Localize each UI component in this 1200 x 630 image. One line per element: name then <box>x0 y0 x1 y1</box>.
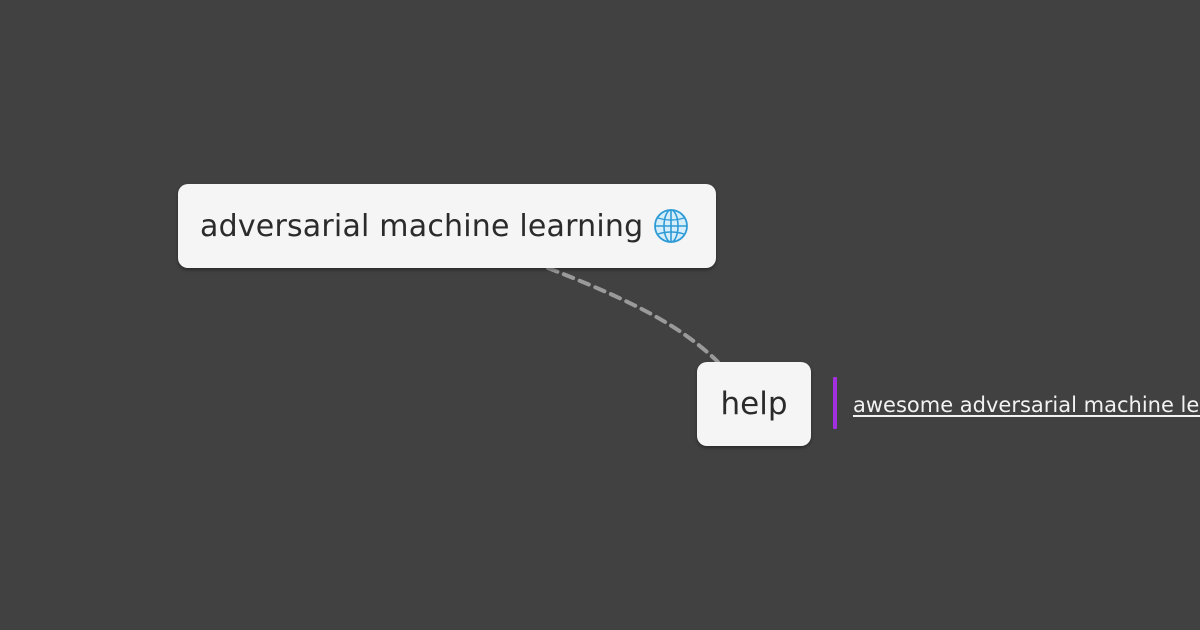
edges-layer <box>546 266 720 364</box>
link-accent-bar <box>833 377 837 429</box>
node-root[interactable]: adversarial machine learning <box>178 184 716 268</box>
link-item: awesome adversarial machine learning <box>833 377 1200 429</box>
mindmap-canvas: adversarial machine learning help awesom… <box>0 0 1200 630</box>
edge-root-to-help <box>546 266 720 364</box>
link-awesome-adversarial[interactable]: awesome adversarial machine learning <box>853 393 1200 417</box>
globe-icon <box>653 208 689 244</box>
node-help[interactable]: help <box>697 362 811 446</box>
node-help-label: help <box>720 386 788 422</box>
node-root-label: adversarial machine learning <box>200 208 644 244</box>
